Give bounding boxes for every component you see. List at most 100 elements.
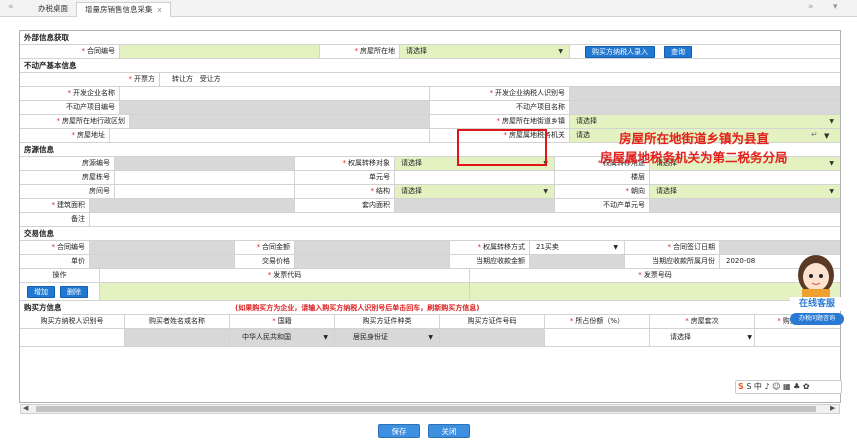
district-input[interactable] (130, 115, 430, 128)
unit-code-label: 不动产单元号 (555, 199, 650, 212)
invoice-code-input[interactable] (100, 283, 470, 300)
dev-name-input[interactable] (120, 87, 430, 100)
buyer-taxid-input[interactable] (20, 329, 125, 346)
inner-area-input[interactable] (395, 199, 555, 212)
close-button[interactable]: 关闭 (428, 424, 470, 438)
invoice-no-input[interactable] (470, 283, 840, 300)
id-type-select[interactable]: 居民身份证 ▼ (335, 329, 440, 346)
street-label: * 房屋所在地街道乡镇 (430, 115, 570, 128)
trade-contract-no-label: * 合同编号 (20, 241, 90, 254)
transferee-option[interactable]: 受让方 (200, 75, 221, 83)
chevron-down-icon[interactable]: ▼ (824, 132, 829, 140)
invoice-no-header: * 发票号码 (470, 269, 840, 282)
address-label: * 房屋地址 (20, 129, 110, 142)
built-area-input[interactable] (90, 199, 295, 212)
ime-toolbar[interactable]: S S 中 ♪ ☺ ▦ ♣ ✿ (735, 380, 842, 394)
share-input[interactable] (545, 329, 650, 346)
transferor-option[interactable]: 转让方 (172, 75, 193, 83)
proj-no-input[interactable] (120, 101, 430, 114)
scroll-left-icon[interactable]: ◀ (23, 404, 28, 412)
estate-row-4: * 房屋所在地行政区划 * 房屋所在地街道乡镇 请选择 ▼ (20, 115, 840, 129)
built-area-label: * 建筑面积 (20, 199, 90, 212)
floor-label: 楼层 (555, 171, 650, 184)
save-button[interactable]: 保存 (378, 424, 420, 438)
source-no-label: 房源编号 (20, 157, 115, 170)
seller-label: * 开票方 (20, 73, 160, 86)
service-title[interactable]: 在线客服 (790, 297, 844, 311)
period-amount-input[interactable] (530, 255, 625, 268)
section-buyer: 购买方信息 (如果购买方为企业，请输入购买方纳税人识别号后单击回车，刷新购买方信… (20, 301, 840, 315)
amount-label: * 合同金额 (235, 241, 295, 254)
online-service-widget[interactable]: 在线客服 办税问题咨询 (788, 247, 844, 329)
share-header: * 所占份额（%） (545, 315, 650, 328)
amount-input[interactable] (295, 241, 450, 254)
unit-no-label: 单元号 (295, 171, 395, 184)
method-select[interactable]: 21买卖 ▼ (530, 241, 625, 254)
section-external: 外部信息获取 (20, 31, 840, 45)
seller-options[interactable]: 转让方 受让方 (160, 73, 840, 86)
estate-row-3: 不动产项目编号 不动产项目名称 (20, 101, 840, 115)
highlight-box (457, 129, 547, 166)
service-sub-button[interactable]: 办税问题咨询 (790, 313, 844, 325)
district-label: * 房屋所在地行政区划 (20, 115, 130, 128)
house-row-5: 备注 (20, 213, 840, 227)
dev-name-label: * 开发企业名称 (20, 87, 120, 100)
buyer-entry-button[interactable]: 购买方纳税人录入 (585, 46, 655, 58)
floor-input[interactable] (650, 171, 840, 184)
location-select[interactable]: 请选择 ▼ (400, 45, 570, 58)
source-no-input[interactable] (115, 157, 295, 170)
buyer-addr-input[interactable] (755, 329, 840, 346)
room-no-input[interactable] (115, 185, 295, 198)
trade-contract-no-input[interactable] (90, 241, 235, 254)
trade-row-2: 单价 交易价格 当期应收款金额 当期应收款所属月份 2020-08 (20, 255, 840, 269)
service-avatar-icon (798, 255, 834, 297)
ime-logo-icon: S (738, 382, 744, 391)
unit-price-input[interactable] (90, 255, 235, 268)
nation-select[interactable]: 中华人民共和国 ▼ (230, 329, 335, 346)
method-label: * 权属转移方式 (450, 241, 530, 254)
buyer-note: (如果购买方为企业，请输入购买方纳税人识别号后单击回车，刷新购买方信息) (235, 304, 480, 312)
location-label: * 房屋所在地 (320, 45, 400, 58)
tab-prev-icon[interactable]: « (8, 2, 14, 12)
contract-no-input[interactable] (120, 45, 320, 58)
section-estate: 不动产基本信息 (20, 59, 840, 73)
tab-sales-info[interactable]: 增量房销售信息采集 x (76, 2, 171, 17)
chevron-down-icon: ▼ (428, 334, 433, 341)
query-button[interactable]: 查询 (664, 46, 692, 58)
tab-home[interactable]: 办税桌面 (30, 2, 76, 17)
dev-taxid-label: * 开发企业纳税人识别号 (430, 87, 570, 100)
annotation-tax-office: 房屋属地税务机关为第二税务分局 (600, 150, 788, 165)
structure-select[interactable]: 请选择 ▼ (395, 185, 555, 198)
return-mark-icon: ↵ (811, 130, 818, 139)
form-frame: 外部信息获取 * 合同编号 * 房屋所在地 请选择 ▼ 购买方纳税人录入 查询 不动产… (19, 30, 841, 403)
buyer-name-input[interactable] (125, 329, 230, 346)
street-select[interactable]: 请选择 ▼ (570, 115, 840, 128)
chevron-down-icon: ▼ (323, 334, 328, 341)
room-no-label: 房间号 (20, 185, 115, 198)
tab-menu-icon[interactable]: ▾ (833, 2, 838, 12)
period-amount-label: 当期应收款金额 (450, 255, 530, 268)
unit-no-input[interactable] (395, 171, 555, 184)
nation-header: * 国籍 (230, 315, 335, 328)
proj-no-label: 不动产项目编号 (20, 101, 120, 114)
proj-name-label: 不动产项目名称 (430, 101, 570, 114)
tab-close-icon[interactable]: x (158, 6, 162, 14)
scroll-right-icon[interactable]: ▶ (830, 404, 835, 412)
suite-header: * 房屋套次 (650, 315, 755, 328)
chevron-down-icon: ▼ (829, 160, 834, 167)
add-invoice-button[interactable]: 增加 (27, 286, 55, 298)
building-no-input[interactable] (115, 171, 295, 184)
id-no-input[interactable] (440, 329, 545, 346)
scroll-thumb[interactable] (36, 406, 816, 412)
trade-price-input[interactable] (295, 255, 450, 268)
buyer-taxid-header: 购买方纳税人识别号 (20, 315, 125, 328)
remark-input[interactable] (90, 213, 840, 226)
unit-code-input[interactable] (650, 199, 840, 212)
address-input[interactable] (110, 129, 430, 142)
suite-select[interactable]: 请选择 ▼ (650, 329, 755, 346)
orientation-select[interactable]: 请选择 ▼ (650, 185, 840, 198)
delete-invoice-button[interactable]: 删除 (60, 286, 88, 298)
proj-name-input[interactable] (570, 101, 840, 114)
dev-taxid-input[interactable] (570, 87, 840, 100)
tab-next-icon[interactable]: » (808, 2, 814, 12)
